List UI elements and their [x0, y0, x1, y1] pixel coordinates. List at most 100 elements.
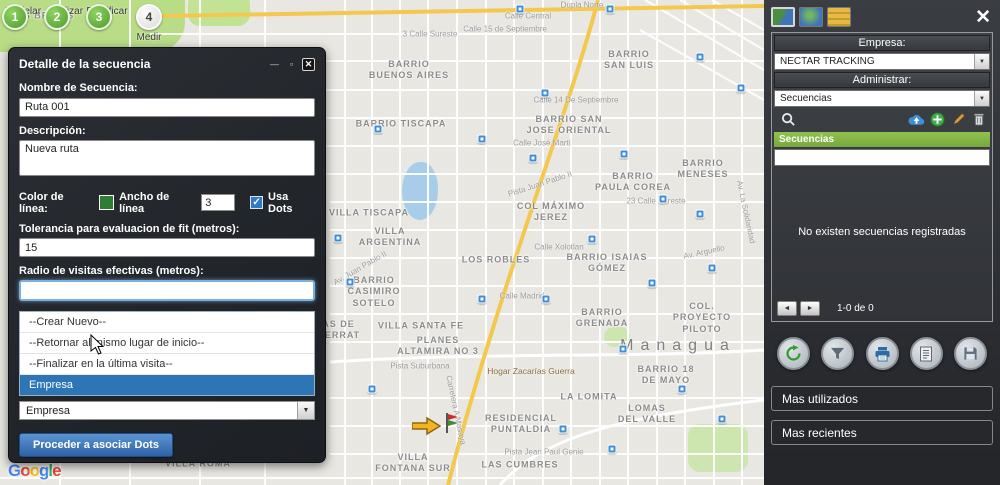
- google-logo: Google: [8, 461, 62, 481]
- transit-stop-icon[interactable]: [605, 4, 615, 14]
- chevron-down-icon[interactable]: ▼: [297, 402, 314, 419]
- empresa-select[interactable]: Empresa ▼: [19, 401, 315, 420]
- tab-earth-icon[interactable]: [799, 7, 823, 27]
- line-color-swatch[interactable]: [99, 195, 115, 210]
- transit-stop-icon[interactable]: [707, 263, 717, 273]
- secuencias-list-header: Secuencias: [774, 132, 990, 147]
- list-option[interactable]: --Retornar al mismo lugar de inicio--: [20, 333, 314, 354]
- edit-pencil-icon[interactable]: [949, 111, 967, 129]
- chevron-down-icon[interactable]: ▼: [974, 54, 989, 69]
- usa-dots-label: Usa Dots: [268, 190, 293, 215]
- visit-radius-label: Radio de visitas efectivas (metros):: [19, 265, 204, 277]
- flag-marker[interactable]: [444, 412, 460, 434]
- transit-stop-icon[interactable]: [619, 149, 629, 159]
- transit-stop-icon[interactable]: [587, 234, 597, 244]
- sequence-detail-dialog: Detalle de la secuencia — ▫ ✕ Nombre de …: [8, 47, 326, 463]
- google-logo-letter: o: [29, 461, 40, 480]
- app-root: LAS BRISAS BARRIO BUENOS AIRES BARRIO SAN …: [0, 0, 1000, 485]
- sequence-name-input[interactable]: [19, 97, 315, 117]
- fit-tolerance-label: Tolerancia para evaluacion de fit (metro…: [19, 222, 240, 235]
- transit-stop-icon[interactable]: [695, 209, 705, 219]
- transit-stop-icon[interactable]: [647, 278, 657, 288]
- close-icon[interactable]: ✕: [302, 57, 315, 71]
- transit-stop-icon[interactable]: [515, 4, 525, 14]
- mas-recientes-bar[interactable]: Mas recientes: [771, 420, 993, 445]
- toolbar-item-modelar[interactable]: 1Modelar: [2, 4, 44, 43]
- empresa-dropdown[interactable]: NECTAR TRACKING ▼: [774, 53, 990, 70]
- print-button[interactable]: [865, 337, 899, 370]
- empresa-header: Empresa:: [774, 35, 990, 51]
- transit-stop-icon[interactable]: [736, 83, 746, 93]
- administrar-dropdown-value: Secuencias: [780, 93, 832, 104]
- tab-map-icon[interactable]: [771, 7, 795, 27]
- pagination-prev-icon[interactable]: ◄: [777, 300, 797, 316]
- toolbar-step-circle[interactable]: 4: [136, 4, 162, 30]
- transit-stop-icon[interactable]: [540, 88, 550, 98]
- add-icon[interactable]: [928, 111, 946, 129]
- mas-utilizados-bar[interactable]: Mas utilizados: [771, 386, 993, 411]
- admin-panel: Empresa: NECTAR TRACKING ▼ Administrar: …: [771, 32, 993, 322]
- toolbar-step-circle[interactable]: 1: [2, 4, 28, 30]
- sidebar-close-icon[interactable]: ✕: [975, 8, 993, 27]
- line-width-input[interactable]: [201, 194, 236, 211]
- toolbar-item-analizar[interactable]: 2Analizar: [44, 4, 86, 43]
- proceed-associate-dots-button[interactable]: Proceder a asociar Dots: [19, 433, 173, 457]
- administrar-dropdown[interactable]: Secuencias ▼: [774, 90, 990, 107]
- toolbar-step-circle[interactable]: 3: [86, 4, 112, 30]
- chevron-down-icon[interactable]: ▼: [974, 91, 989, 106]
- fit-tolerance-input[interactable]: [19, 238, 315, 257]
- transit-stop-icon[interactable]: [541, 294, 551, 304]
- google-logo-letter: o: [20, 461, 30, 480]
- transit-stop-icon[interactable]: [618, 344, 628, 354]
- tab-database-icon[interactable]: [827, 7, 851, 27]
- minimize-icon[interactable]: —: [268, 58, 281, 71]
- transit-stop-icon[interactable]: [658, 194, 668, 204]
- cloud-upload-icon[interactable]: [907, 111, 925, 129]
- route-arrow-marker[interactable]: [412, 416, 442, 436]
- line-width-label: Ancho de línea: [119, 190, 170, 215]
- transit-stop-icon[interactable]: [373, 124, 383, 134]
- empresa-dropdown-value: NECTAR TRACKING: [780, 56, 875, 67]
- filter-button[interactable]: [821, 337, 855, 370]
- list-option[interactable]: --Finalizar en la última visita--: [20, 354, 314, 375]
- transit-stop-icon[interactable]: [367, 384, 377, 394]
- sequence-name-label: Nombre de Secuencia:: [19, 82, 138, 94]
- transit-stop-icon[interactable]: [528, 153, 538, 163]
- transit-stop-icon[interactable]: [345, 277, 355, 287]
- sequence-search-input[interactable]: [774, 149, 990, 166]
- description-textarea[interactable]: [19, 139, 315, 176]
- toolbar-item-medir[interactable]: 4 Medir: [128, 4, 170, 43]
- visit-radius-input[interactable]: [19, 280, 315, 301]
- toolbar-step-circle[interactable]: 2: [44, 4, 70, 30]
- transit-stop-icon[interactable]: [477, 294, 487, 304]
- transit-stop-icon[interactable]: [607, 444, 617, 454]
- google-logo-letter: e: [52, 461, 62, 480]
- search-icon[interactable]: [779, 111, 797, 129]
- mode-toolbar: 1Modelar2Analizar3Planificar 4 Medir: [2, 4, 170, 43]
- empty-list-message: No existen secuencias registradas: [798, 225, 966, 238]
- sidebar-panel: ✕ Empresa: NECTAR TRACKING ▼ Administrar…: [764, 0, 1000, 485]
- administrar-header: Administrar:: [774, 72, 990, 88]
- list-option[interactable]: Empresa: [20, 375, 314, 395]
- dialog-title: Detalle de la secuencia: [19, 57, 151, 71]
- delete-trash-icon[interactable]: [970, 111, 988, 129]
- transit-stop-icon[interactable]: [333, 233, 343, 243]
- transit-stop-icon[interactable]: [477, 134, 487, 144]
- report-button[interactable]: [909, 337, 943, 370]
- transit-stop-icon[interactable]: [677, 384, 687, 394]
- description-label: Descripción:: [19, 124, 86, 137]
- refresh-button[interactable]: [777, 337, 810, 370]
- line-color-label: Color de línea:: [19, 190, 64, 215]
- usa-dots-checkbox[interactable]: ✓: [250, 196, 264, 209]
- maximize-icon[interactable]: ▫: [285, 58, 298, 71]
- transit-stop-icon[interactable]: [717, 414, 727, 424]
- transit-stop-icon[interactable]: [695, 52, 705, 62]
- empresa-select-value: Empresa: [26, 404, 71, 417]
- toolbar-step-label: Medir: [136, 32, 162, 43]
- transit-stop-icon[interactable]: [558, 424, 568, 434]
- list-option[interactable]: --Crear Nuevo--: [20, 312, 314, 333]
- toolbar-item-planificar[interactable]: 3Planificar: [86, 4, 128, 43]
- save-button[interactable]: [954, 337, 987, 370]
- pagination-next-icon[interactable]: ►: [800, 300, 820, 316]
- google-logo-letter: g: [39, 461, 49, 480]
